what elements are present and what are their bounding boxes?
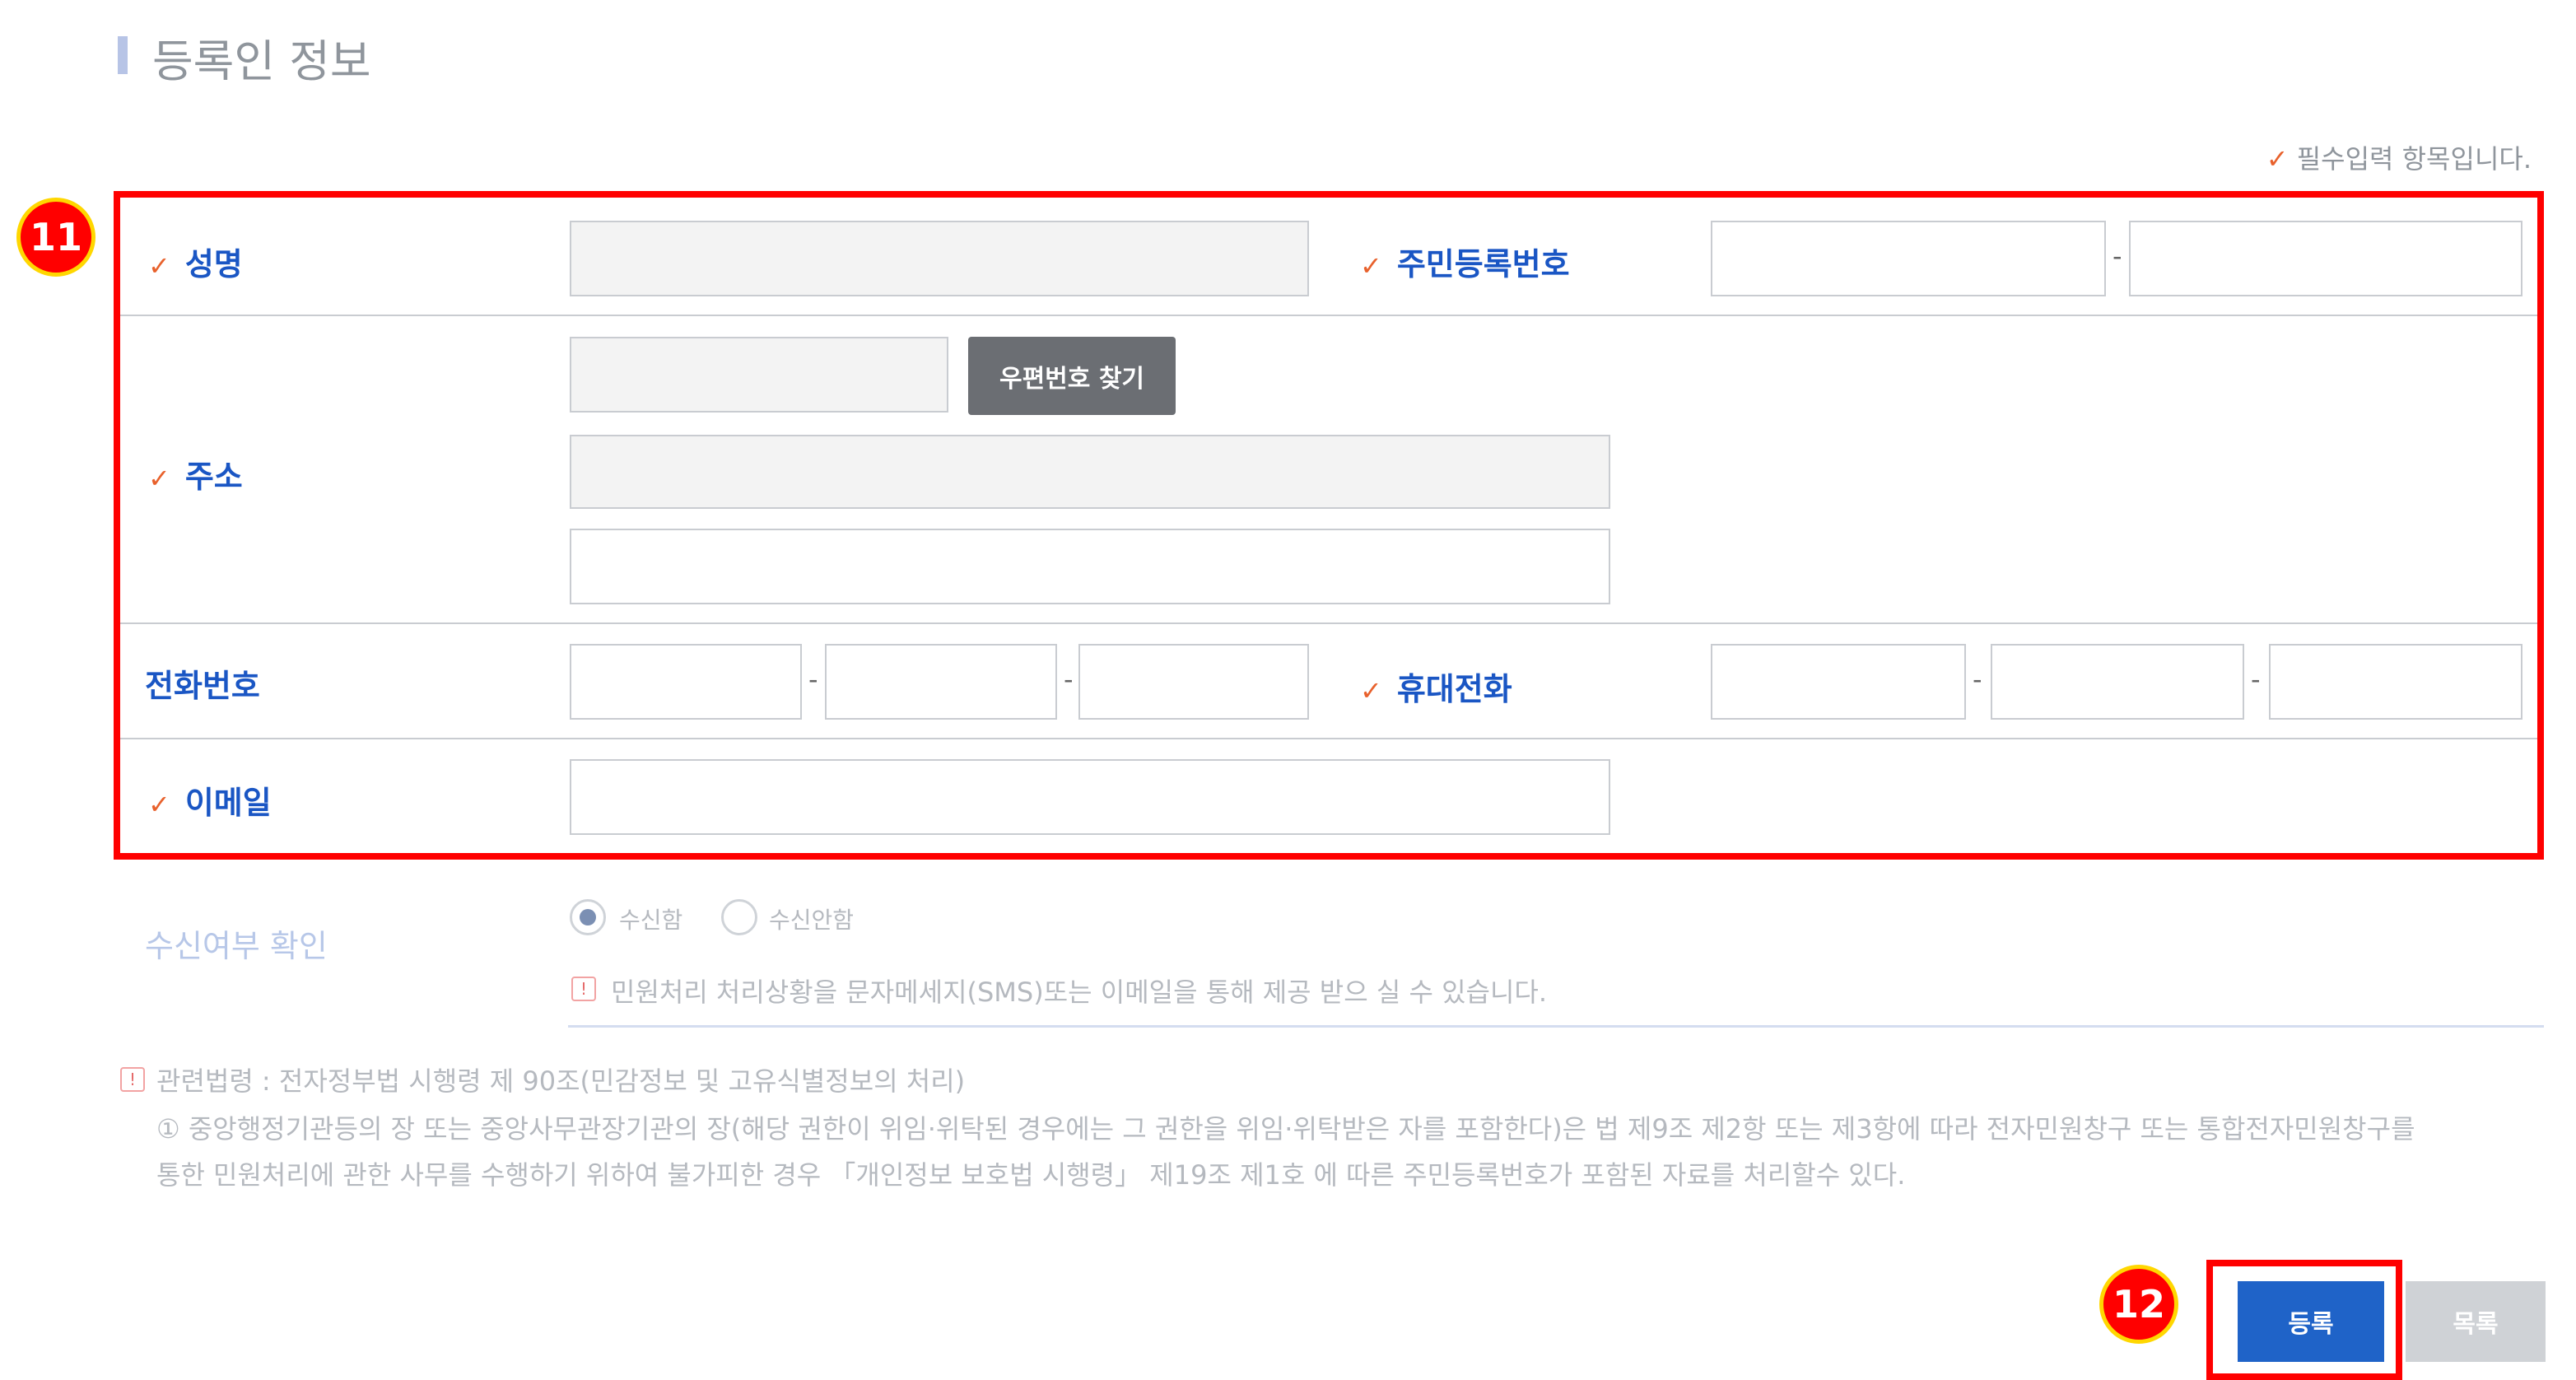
name-field[interactable] bbox=[570, 221, 1309, 296]
required-check-icon: ✓ bbox=[148, 789, 170, 820]
title-accent-bar bbox=[118, 36, 128, 74]
check-icon: ✓ bbox=[2266, 143, 2289, 175]
row-divider bbox=[120, 738, 2537, 739]
mobile-part3-field[interactable] bbox=[2269, 644, 2522, 720]
required-check-icon: ✓ bbox=[1360, 250, 1382, 282]
address-detail-field[interactable] bbox=[570, 529, 1610, 604]
warning-icon: ! bbox=[120, 1067, 145, 1092]
mobile-part2-field[interactable] bbox=[1991, 644, 2244, 720]
row-divider bbox=[120, 622, 2537, 624]
phone-label: 전화번호 bbox=[145, 668, 260, 704]
receive-yes-radio[interactable] bbox=[570, 899, 606, 935]
receive-no-radio[interactable] bbox=[721, 899, 757, 935]
section-divider bbox=[568, 1025, 2544, 1028]
address-label: ✓ 주소 bbox=[148, 459, 243, 495]
name-label: ✓ 성명 bbox=[148, 246, 243, 282]
law-text-line2: 통한 민원처리에 관한 사무를 수행하기 위하여 불가피한 경우 「개인정보 보… bbox=[156, 1159, 1906, 1191]
required-note-text: 필수입력 항목입니다. bbox=[2296, 143, 2532, 175]
law-text-line1: ① 중앙행정기관등의 장 또는 중앙사무관장기관의 장(해당 권한이 위임·위탁… bbox=[156, 1113, 2415, 1145]
address-main-field[interactable] bbox=[570, 435, 1610, 509]
list-button[interactable]: 목록 bbox=[2406, 1281, 2546, 1362]
page-title: 등록인 정보 bbox=[152, 35, 371, 87]
required-check-icon: ✓ bbox=[148, 250, 170, 282]
receive-consent-label: 수신여부 확인 bbox=[145, 928, 328, 964]
receive-yes-label[interactable]: 수신함 bbox=[619, 902, 682, 935]
email-field[interactable] bbox=[570, 759, 1610, 835]
postcode-field[interactable] bbox=[570, 337, 948, 413]
row-divider bbox=[120, 315, 2537, 316]
resident-number-back-field[interactable] bbox=[2129, 221, 2522, 296]
mobile-part1-field[interactable] bbox=[1711, 644, 1966, 720]
required-check-icon: ✓ bbox=[1360, 675, 1382, 706]
dash-separator: - bbox=[808, 664, 818, 695]
resident-number-front-field[interactable] bbox=[1711, 221, 2106, 296]
register-button[interactable]: 등록 bbox=[2238, 1281, 2384, 1362]
required-check-icon: ✓ bbox=[148, 463, 170, 494]
phone-part3-field[interactable] bbox=[1078, 644, 1309, 720]
email-label: ✓ 이메일 bbox=[148, 785, 272, 821]
law-title: 관련법령 : 전자정부법 시행령 제 90조(민감정보 및 고유식별정보의 처리… bbox=[156, 1065, 966, 1097]
receive-no-label[interactable]: 수신안함 bbox=[769, 902, 854, 935]
phone-part2-field[interactable] bbox=[825, 644, 1057, 720]
dash-separator: - bbox=[2251, 664, 2261, 695]
phone-part1-field[interactable] bbox=[570, 644, 802, 720]
receive-note: 민원처리 처리상황을 문자메세지(SMS)또는 이메일을 통해 제공 받으 실 … bbox=[611, 977, 1548, 1008]
dash-separator: - bbox=[1064, 664, 1074, 695]
dash-separator: - bbox=[2113, 240, 2122, 272]
required-note: ✓ 필수입력 항목입니다. bbox=[2266, 138, 2532, 176]
warning-icon: ! bbox=[571, 977, 596, 1001]
annotation-badge-12: 12 bbox=[2099, 1265, 2178, 1344]
resident-number-label: ✓ 주민등록번호 bbox=[1360, 246, 1570, 282]
annotation-badge-11: 11 bbox=[16, 198, 95, 277]
mobile-label: ✓ 휴대전화 bbox=[1360, 671, 1512, 707]
dash-separator: - bbox=[1973, 664, 1982, 695]
postcode-search-button[interactable]: 우편번호 찾기 bbox=[968, 337, 1176, 415]
